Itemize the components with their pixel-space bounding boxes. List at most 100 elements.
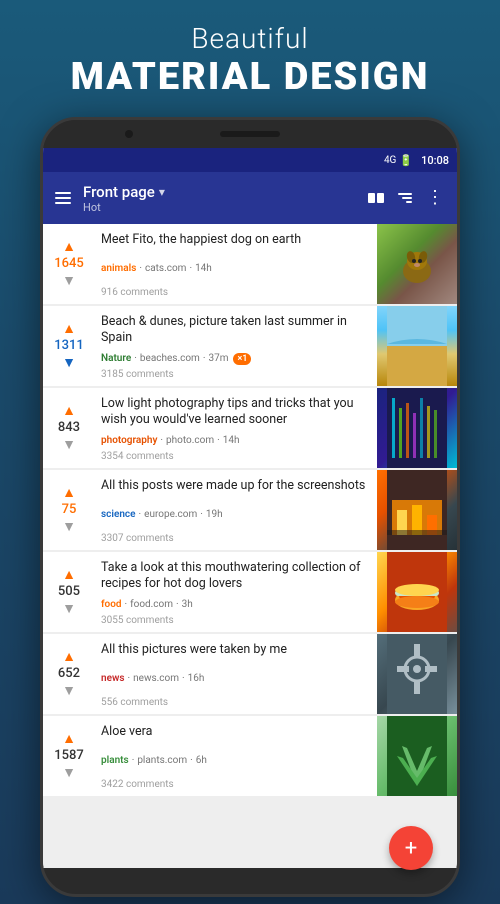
hero-line2: MATERIAL DESIGN xyxy=(0,55,500,99)
phone-shell: 4G 🔋 10:08 Front page ▾ Hot xyxy=(40,117,460,897)
thumb-image xyxy=(377,306,457,386)
post-source-name: beaches.com xyxy=(140,353,200,364)
vote-count: 843 xyxy=(58,420,80,436)
status-icons: 4G 🔋 xyxy=(384,154,413,167)
post-category[interactable]: animals xyxy=(101,263,136,274)
thumb-image xyxy=(377,224,457,304)
post-source-name: photo.com xyxy=(166,435,214,446)
downvote-button[interactable]: ▼ xyxy=(62,438,76,452)
vote-count: 1587 xyxy=(54,748,84,764)
post-age: 14h xyxy=(195,263,212,274)
fab-button[interactable]: + xyxy=(389,826,433,868)
post-title: Meet Fito, the happiest dog on earth xyxy=(101,232,371,248)
vote-count: 505 xyxy=(58,584,80,600)
aloe-image xyxy=(387,716,447,796)
upvote-button[interactable]: ▲ xyxy=(62,322,76,336)
post-category[interactable]: science xyxy=(101,509,136,520)
post-category[interactable]: plants xyxy=(101,755,129,766)
post-card[interactable]: ▲ 652 ▼ All this pictures were taken by … xyxy=(43,634,457,714)
dropdown-icon[interactable]: ▾ xyxy=(159,185,165,199)
thumb-image xyxy=(377,552,457,632)
post-category[interactable]: news xyxy=(101,673,125,684)
card-view-button[interactable] xyxy=(368,193,384,203)
signal-icon: 4G xyxy=(384,155,396,166)
post-age: 14h xyxy=(223,435,240,446)
vote-section: ▲ 1311 ▼ xyxy=(43,306,95,386)
post-comments: 3185 comments xyxy=(101,369,371,380)
post-thumbnail xyxy=(377,716,457,796)
downvote-button[interactable]: ▼ xyxy=(62,684,76,698)
post-card[interactable]: ▲ 505 ▼ Take a look at this mouthwaterin… xyxy=(43,552,457,632)
post-meta: news · news.com · 16h xyxy=(101,673,371,684)
post-title: Aloe vera xyxy=(101,724,371,740)
post-category[interactable]: photography xyxy=(101,435,157,446)
post-content: Meet Fito, the happiest dog on earth ani… xyxy=(95,224,377,304)
vote-count: 1311 xyxy=(54,338,84,354)
thumb-image xyxy=(377,634,457,714)
post-card[interactable]: ▲ 1311 ▼ Beach & dunes, picture taken la… xyxy=(43,306,457,386)
post-comments: 916 comments xyxy=(101,287,371,298)
vote-count: 75 xyxy=(62,502,77,518)
phone-top xyxy=(43,120,457,148)
post-feed: ▲ 1645 ▼ Meet Fito, the happiest dog on … xyxy=(43,224,457,868)
post-card[interactable]: ▲ 843 ▼ Low light photography tips and t… xyxy=(43,388,457,468)
post-source-name: europe.com xyxy=(144,509,197,520)
more-options-button[interactable]: ⋮ xyxy=(426,189,445,207)
post-comments: 3422 comments xyxy=(101,779,371,790)
post-card[interactable]: ▲ 75 ▼ All this posts were made up for t… xyxy=(43,470,457,550)
upvote-button[interactable]: ▲ xyxy=(62,486,76,500)
post-source: · xyxy=(139,263,142,274)
downvote-button[interactable]: ▼ xyxy=(62,602,76,616)
post-source-name: cats.com xyxy=(145,263,186,274)
badge-x1: ×1 xyxy=(233,353,251,365)
post-content: Take a look at this mouthwatering collec… xyxy=(95,552,377,632)
app-title-sub: Hot xyxy=(83,201,356,214)
battery-icon: 🔋 xyxy=(399,154,413,167)
status-bar: 4G 🔋 10:08 xyxy=(43,148,457,172)
post-content: All this pictures were taken by me news … xyxy=(95,634,377,714)
upvote-button[interactable]: ▲ xyxy=(62,240,76,254)
vote-count: 652 xyxy=(58,666,80,682)
post-content: All this posts were made up for the scre… xyxy=(95,470,377,550)
upvote-button[interactable]: ▲ xyxy=(62,568,76,582)
post-age: 37m xyxy=(208,353,228,364)
downvote-button[interactable]: ▼ xyxy=(62,520,76,534)
post-thumbnail xyxy=(377,552,457,632)
upvote-button[interactable]: ▲ xyxy=(62,650,76,664)
vote-section: ▲ 1645 ▼ xyxy=(43,224,95,304)
post-title: All this pictures were taken by me xyxy=(101,642,371,658)
post-category[interactable]: food xyxy=(101,599,122,610)
phone-speaker xyxy=(220,131,280,137)
app-bar: Front page ▾ Hot ⋮ xyxy=(43,172,457,224)
hero-section: Beautiful MATERIAL DESIGN xyxy=(0,0,500,117)
post-category[interactable]: Nature xyxy=(101,353,131,364)
post-age: 3h xyxy=(182,599,193,610)
post-comments: 556 comments xyxy=(101,697,371,708)
post-age: 6h xyxy=(196,755,207,766)
menu-button[interactable] xyxy=(55,192,71,204)
vote-section: ▲ 843 ▼ xyxy=(43,388,95,468)
post-source-name: food.com xyxy=(130,599,173,610)
post-source-name: news.com xyxy=(133,673,179,684)
post-card[interactable]: ▲ 1587 ▼ Aloe vera plants · plants.com ·… xyxy=(43,716,457,796)
post-card[interactable]: ▲ 1645 ▼ Meet Fito, the happiest dog on … xyxy=(43,224,457,304)
thumb-image xyxy=(377,470,457,550)
post-title: Beach & dunes, picture taken last summer… xyxy=(101,314,371,347)
post-thumbnail xyxy=(377,306,457,386)
photo-image xyxy=(387,388,447,468)
post-content: Beach & dunes, picture taken last summer… xyxy=(95,306,377,386)
post-thumbnail xyxy=(377,224,457,304)
downvote-button[interactable]: ▼ xyxy=(62,766,76,780)
upvote-button[interactable]: ▲ xyxy=(62,404,76,418)
vote-section: ▲ 75 ▼ xyxy=(43,470,95,550)
downvote-button[interactable]: ▼ xyxy=(62,274,76,288)
app-bar-actions: ⋮ xyxy=(368,189,445,207)
post-content: Aloe vera plants · plants.com · 6h 3422 … xyxy=(95,716,377,796)
filter-button[interactable] xyxy=(398,193,412,203)
vote-count: 1645 xyxy=(54,256,84,272)
upvote-button[interactable]: ▲ xyxy=(62,732,76,746)
status-time: 10:08 xyxy=(421,154,449,167)
post-age: 19h xyxy=(206,509,223,520)
post-title: Low light photography tips and tricks th… xyxy=(101,396,371,429)
downvote-button[interactable]: ▼ xyxy=(62,356,76,370)
